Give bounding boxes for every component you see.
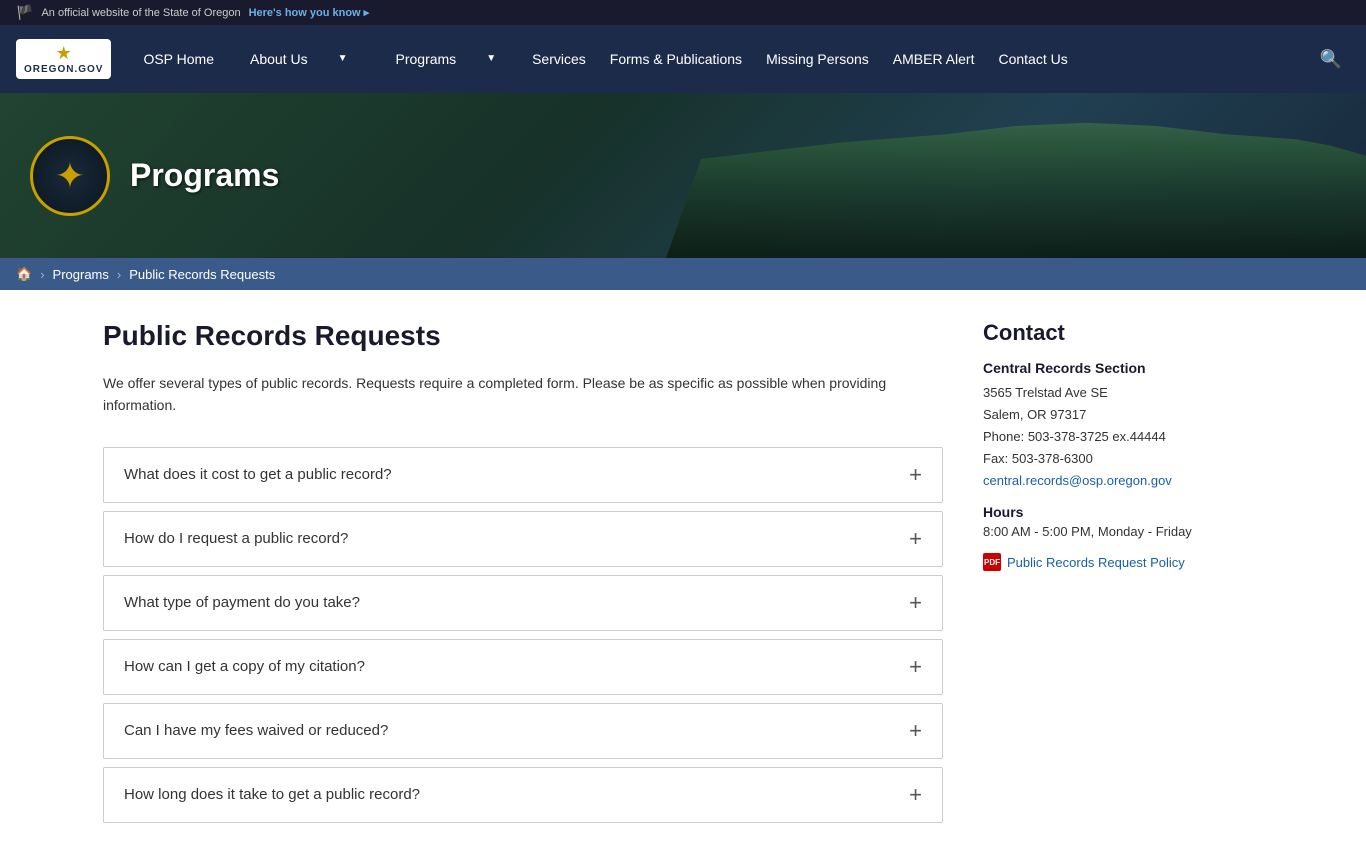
services-link[interactable]: Services	[520, 25, 598, 93]
intro-paragraph: We offer several types of public records…	[103, 372, 943, 417]
current-breadcrumb: Public Records Requests	[129, 267, 275, 282]
programs-chevron-icon: ▼	[474, 25, 508, 93]
nav-item-forms-publications[interactable]: Forms & Publications	[598, 25, 754, 93]
content-area: Public Records Requests We offer several…	[103, 320, 943, 831]
osp-badge: ✦	[30, 136, 110, 216]
accordion-item-how-long: How long does it take to get a public re…	[103, 767, 943, 823]
pdf-icon: PDF	[983, 553, 1001, 571]
about-us-link[interactable]: About Us ▼	[226, 25, 372, 93]
accordion-header-payment[interactable]: What type of payment do you take? +	[104, 576, 942, 630]
top-bar: 🏴 An official website of the State of Or…	[0, 0, 1366, 25]
logo-text: OREGON.GOV	[24, 64, 103, 75]
contact-box: Contact Central Records Section 3565 Tre…	[983, 320, 1263, 571]
accordion-question-payment: What type of payment do you take?	[124, 594, 360, 611]
forms-publications-link[interactable]: Forms & Publications	[598, 25, 754, 93]
accordion-item-how-request: How do I request a public record? +	[103, 511, 943, 567]
contact-address: 3565 Trelstad Ave SE Salem, OR 97317 Pho…	[983, 382, 1263, 492]
logo-star-icon: ★	[56, 43, 72, 64]
accordion-item-payment: What type of payment do you take? +	[103, 575, 943, 631]
accordion-question-cost: What does it cost to get a public record…	[124, 466, 392, 483]
address-line1: 3565 Trelstad Ave SE	[983, 385, 1108, 400]
search-icon[interactable]: 🔍	[1312, 49, 1350, 70]
home-icon: 🏠	[16, 266, 32, 281]
phone-number: Phone: 503-378-3725 ex.44444	[983, 429, 1166, 444]
accordion-question-waived: Can I have my fees waived or reduced?	[124, 722, 388, 739]
accordion-expand-icon-cost: +	[909, 464, 922, 486]
hero-section: ✦ Programs	[0, 93, 1366, 258]
breadcrumb: 🏠 › Programs › Public Records Requests	[0, 258, 1366, 290]
accordion-expand-icon-citation: +	[909, 656, 922, 678]
sidebar: Contact Central Records Section 3565 Tre…	[983, 320, 1263, 831]
accordion-header-how-request[interactable]: How do I request a public record? +	[104, 512, 942, 566]
accordion-header-cost[interactable]: What does it cost to get a public record…	[104, 448, 942, 502]
main-container: Public Records Requests We offer several…	[83, 320, 1283, 831]
accordion-question-citation: How can I get a copy of my citation?	[124, 658, 365, 675]
main-navigation: ★ OREGON.GOV OSP Home About Us ▼ Program…	[0, 25, 1366, 93]
official-text: An official website of the State of Oreg…	[41, 7, 240, 19]
home-breadcrumb-link[interactable]: 🏠	[16, 266, 32, 282]
accordion-expand-icon-how-request: +	[909, 528, 922, 550]
breadcrumb-separator-1: ›	[40, 267, 44, 282]
accordion-item-cost: What does it cost to get a public record…	[103, 447, 943, 503]
nav-items-list: OSP Home About Us ▼ Programs ▼ Services …	[131, 25, 1311, 93]
nav-item-programs[interactable]: Programs ▼	[372, 25, 521, 93]
programs-breadcrumb-link[interactable]: Programs	[53, 267, 109, 282]
email-link[interactable]: central.records@osp.oregon.gov	[983, 473, 1172, 488]
accordion-question-how-request: How do I request a public record?	[124, 530, 348, 547]
contact-us-link[interactable]: Contact Us	[986, 25, 1079, 93]
contact-hours-title: Hours	[983, 504, 1263, 520]
address-line2: Salem, OR 97317	[983, 407, 1086, 422]
fax-number: Fax: 503-378-6300	[983, 451, 1093, 466]
page-title: Public Records Requests	[103, 320, 943, 352]
nav-item-amber-alert[interactable]: AMBER Alert	[881, 25, 987, 93]
nav-item-contact-us[interactable]: Contact Us	[986, 25, 1079, 93]
accordion-question-how-long: How long does it take to get a public re…	[124, 786, 420, 803]
programs-link[interactable]: Programs ▼	[372, 25, 521, 93]
amber-alert-link[interactable]: AMBER Alert	[881, 25, 987, 93]
contact-title: Contact	[983, 320, 1263, 346]
accordion-header-citation[interactable]: How can I get a copy of my citation? +	[104, 640, 942, 694]
nav-item-osp-home[interactable]: OSP Home	[131, 25, 226, 93]
state-flag-icon: 🏴	[16, 4, 33, 21]
missing-persons-link[interactable]: Missing Persons	[754, 25, 881, 93]
accordion-item-citation: How can I get a copy of my citation? +	[103, 639, 943, 695]
accordion-expand-icon-waived: +	[909, 720, 922, 742]
osp-home-link[interactable]: OSP Home	[131, 25, 226, 93]
accordion-header-how-long[interactable]: How long does it take to get a public re…	[104, 768, 942, 822]
pdf-policy-link[interactable]: PDF Public Records Request Policy	[983, 553, 1263, 571]
badge-star-icon: ✦	[55, 155, 85, 197]
contact-section-name: Central Records Section	[983, 360, 1263, 376]
accordion-expand-icon-payment: +	[909, 592, 922, 614]
pdf-link-text: Public Records Request Policy	[1007, 555, 1185, 570]
oregon-gov-logo[interactable]: ★ OREGON.GOV	[16, 39, 111, 79]
breadcrumb-separator-2: ›	[117, 267, 121, 282]
hero-title: Programs	[130, 157, 279, 194]
nav-item-missing-persons[interactable]: Missing Persons	[754, 25, 881, 93]
contact-hours-text: 8:00 AM - 5:00 PM, Monday - Friday	[983, 524, 1263, 539]
nav-item-about-us[interactable]: About Us ▼	[226, 25, 372, 93]
how-you-know-link[interactable]: Here's how you know ▸	[249, 6, 370, 19]
about-us-chevron-icon: ▼	[326, 25, 360, 93]
accordion-header-waived[interactable]: Can I have my fees waived or reduced? +	[104, 704, 942, 758]
nav-item-services[interactable]: Services	[520, 25, 598, 93]
accordion-expand-icon-how-long: +	[909, 784, 922, 806]
accordion-item-waived: Can I have my fees waived or reduced? +	[103, 703, 943, 759]
